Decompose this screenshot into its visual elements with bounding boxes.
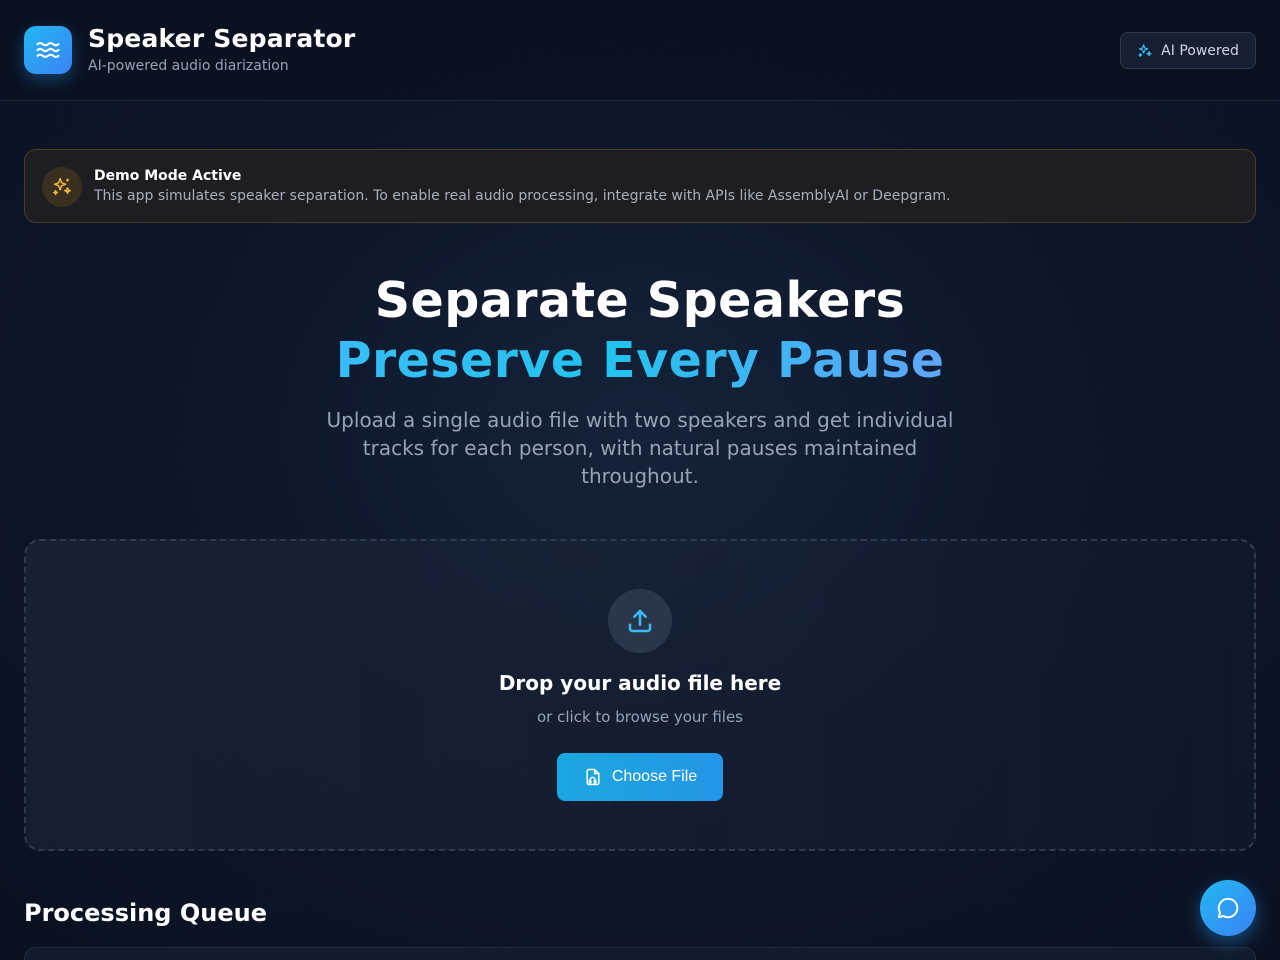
sparkles-icon bbox=[53, 178, 71, 196]
hero-accent-text: Preserve Every Pause bbox=[335, 332, 945, 389]
hero-accent-title: Preserve Every Pause bbox=[0, 332, 1280, 389]
demo-icon-wrap bbox=[42, 167, 82, 207]
ai-powered-badge: AI Powered bbox=[1120, 32, 1256, 69]
hero-title: Separate Speakers bbox=[374, 272, 906, 329]
processing-queue-panel bbox=[24, 947, 1256, 960]
sparkles-icon bbox=[1138, 43, 1152, 57]
upload-icon bbox=[628, 609, 652, 633]
app-title: Speaker Separator bbox=[88, 24, 356, 53]
chat-button[interactable] bbox=[1200, 880, 1256, 936]
app-header: Speaker Separator AI-powered audio diari… bbox=[0, 0, 1280, 101]
processing-queue-title: Processing Queue bbox=[24, 899, 267, 927]
hero-description: Upload a single audio file with two spea… bbox=[326, 408, 954, 488]
dropzone-title: Drop your audio file here bbox=[498, 671, 782, 695]
app-subtitle: AI-powered audio diarization bbox=[88, 58, 289, 74]
upload-dropzone[interactable]: Drop your audio file here or click to br… bbox=[24, 539, 1256, 851]
demo-mode-banner: Demo Mode Active This app simulates spea… bbox=[24, 149, 1256, 223]
file-audio-icon bbox=[586, 768, 600, 786]
waves-icon bbox=[36, 41, 60, 59]
choose-file-label: Choose File bbox=[611, 768, 698, 785]
demo-banner-title: Demo Mode Active bbox=[94, 168, 242, 184]
choose-file-button[interactable]: Choose File bbox=[557, 753, 723, 801]
dropzone-subtitle: or click to browse your files bbox=[537, 708, 743, 726]
chat-bubble-icon bbox=[1217, 897, 1239, 919]
upload-icon-wrap bbox=[608, 589, 672, 653]
ai-badge-label: AI Powered bbox=[1161, 42, 1239, 59]
demo-banner-text: This app simulates speaker separation. T… bbox=[94, 188, 951, 204]
app-logo bbox=[24, 26, 72, 74]
